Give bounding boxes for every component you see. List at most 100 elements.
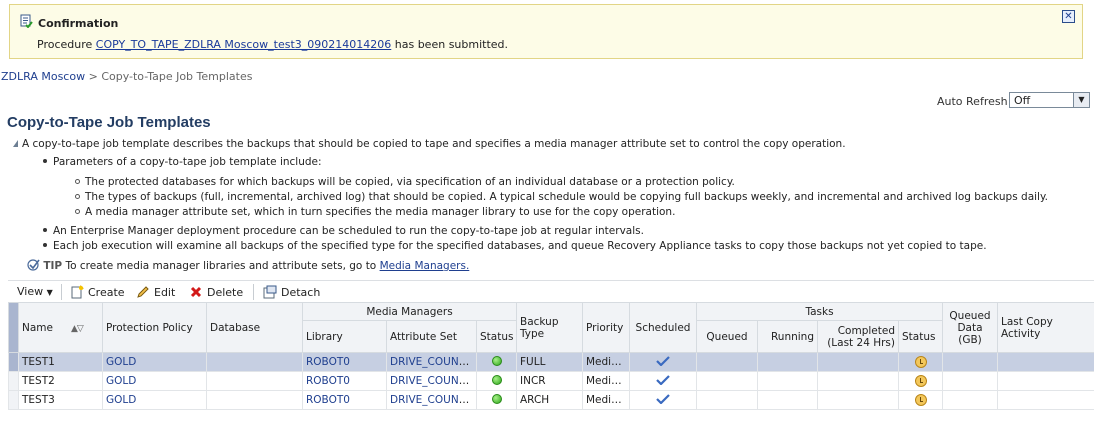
cell-running — [757, 390, 818, 410]
cell-queued — [696, 390, 758, 410]
cell-backup-type: INCR — [516, 371, 583, 391]
cell-last-copy — [997, 390, 1094, 410]
cell-queued — [696, 371, 758, 391]
tip: TIP To create media manager libraries an… — [27, 259, 469, 272]
pencil-icon — [137, 286, 149, 298]
group-header-media-managers: Media Managers — [302, 302, 517, 321]
close-icon[interactable]: ✕ — [1062, 10, 1075, 23]
col-header-last-copy-activity[interactable]: Last Copy Activity — [997, 302, 1094, 353]
cell-library-link[interactable]: ROBOT0 — [306, 394, 350, 406]
col-header-completed[interactable]: Completed (Last 24 Hrs) — [817, 320, 899, 353]
confirmation-box: Confirmation Procedure COPY_TO_TAPE_ZDLR… — [9, 4, 1083, 59]
col-header-attribute-set[interactable]: Attribute Set — [386, 320, 477, 353]
tip-check-icon — [27, 259, 40, 271]
cell-attribute-set-link[interactable]: DRIVE_COUNT... — [390, 394, 474, 406]
row-selector[interactable] — [8, 352, 19, 372]
media-managers-link[interactable]: Media Managers. — [380, 260, 470, 272]
group-header-tasks: Tasks — [695, 302, 944, 321]
cell-completed — [817, 390, 899, 410]
status-up-icon — [491, 375, 502, 385]
cell-backup-type: FULL — [516, 352, 583, 372]
cell-policy-link[interactable]: GOLD — [106, 356, 136, 368]
col-header-name[interactable]: Name ▲▽ — [18, 302, 103, 353]
auto-refresh-select[interactable]: Off ▼ — [1009, 92, 1090, 108]
col-header-library[interactable]: Library — [302, 320, 387, 353]
cell-last-copy — [997, 371, 1094, 391]
col-header-queued[interactable]: Queued — [696, 320, 758, 353]
cell-queued-data — [942, 352, 999, 372]
cell-database — [206, 352, 303, 372]
breadcrumb-root-link[interactable]: ZDLRA Moscow — [1, 70, 85, 83]
sub-bullet-item: The protected databases for which backup… — [75, 176, 735, 188]
clock-icon — [914, 355, 927, 368]
clock-icon — [914, 374, 927, 387]
auto-refresh-label: Auto Refresh — [937, 95, 1008, 108]
col-header-mm-status[interactable]: Status — [476, 320, 517, 353]
table-row[interactable]: TEST3 GOLD ROBOT0 DRIVE_COUNT... ARCH Me… — [8, 390, 1094, 410]
col-header-priority[interactable]: Priority — [582, 302, 630, 353]
cell-name: TEST1 — [18, 352, 103, 372]
col-header-database[interactable]: Database — [206, 302, 303, 353]
bullet-item: An Enterprise Manager deployment procedu… — [43, 225, 644, 237]
cell-priority: Medium — [582, 371, 630, 391]
description-intro: A copy-to-tape job template describes th… — [13, 137, 846, 152]
cell-attribute-set-link[interactable]: DRIVE_COUNT... — [390, 375, 474, 387]
cell-queued-data — [942, 390, 999, 410]
col-header-task-status[interactable]: Status — [897, 320, 944, 353]
chevron-down-icon[interactable]: ▼ — [1073, 93, 1089, 107]
cell-running — [757, 371, 818, 391]
collapse-toggle-icon[interactable] — [13, 140, 18, 147]
bullet-item: Parameters of a copy-to-tape job templat… — [43, 156, 322, 168]
cell-running — [757, 352, 818, 372]
col-header-protection-policy[interactable]: Protection Policy — [102, 302, 207, 353]
col-header-scheduled[interactable]: Scheduled — [629, 302, 697, 353]
cell-policy-link[interactable]: GOLD — [106, 375, 136, 387]
view-menu[interactable]: View ▼ — [17, 285, 53, 298]
cell-name: TEST2 — [18, 371, 103, 391]
breadcrumb-current: Copy-to-Tape Job Templates — [101, 70, 253, 83]
table-row[interactable]: TEST2 GOLD ROBOT0 DRIVE_COUNT... INCR Me… — [8, 371, 1094, 391]
sub-bullet-item: A media manager attribute set, which in … — [75, 206, 675, 218]
sub-bullet-item: The types of backups (full, incremental,… — [75, 191, 1048, 203]
confirmation-suffix: has been submitted. — [391, 38, 509, 51]
col-header-running[interactable]: Running — [757, 320, 818, 353]
description-intro-text: A copy-to-tape job template describes th… — [22, 138, 846, 150]
tip-text: To create media manager libraries and at… — [65, 260, 380, 272]
row-selector[interactable] — [8, 371, 19, 391]
table-row[interactable]: TEST1 GOLD ROBOT0 DRIVE_COUNT... FULL Me… — [8, 352, 1094, 372]
clock-icon — [914, 393, 927, 406]
delete-button[interactable]: Delete — [189, 285, 243, 299]
templates-table: Name ▲▽ Protection Policy Database Media … — [8, 302, 1094, 410]
row-selector[interactable] — [8, 390, 19, 410]
cell-policy-link[interactable]: GOLD — [106, 394, 136, 406]
create-button[interactable]: Create — [70, 285, 125, 299]
bullet-item: Each job execution will examine all back… — [43, 240, 987, 252]
create-icon — [71, 285, 84, 299]
detach-icon — [263, 285, 277, 299]
check-icon — [656, 393, 670, 405]
cell-completed — [817, 371, 899, 391]
cell-library-link[interactable]: ROBOT0 — [306, 375, 350, 387]
col-header-queued-data[interactable]: Queued Data (GB) — [942, 302, 999, 353]
chevron-down-icon: ▼ — [46, 288, 53, 297]
breadcrumb-separator: > — [85, 70, 102, 83]
detach-button[interactable]: Detach — [263, 285, 320, 299]
confirmation-message: Procedure COPY_TO_TAPE_ZDLRA Moscow_test… — [37, 38, 508, 51]
cell-queued-data — [942, 371, 999, 391]
auto-refresh-value: Off — [1014, 94, 1031, 107]
cell-database — [206, 390, 303, 410]
col-header-backup-type[interactable]: Backup Type — [516, 302, 583, 353]
cell-last-copy — [997, 352, 1094, 372]
row-selector-header — [8, 302, 19, 353]
cell-completed — [817, 352, 899, 372]
page-title: Copy-to-Tape Job Templates — [7, 114, 211, 131]
check-icon — [656, 355, 670, 367]
confirmation-icon — [20, 14, 33, 28]
edit-button[interactable]: Edit — [136, 285, 175, 299]
procedure-link[interactable]: COPY_TO_TAPE_ZDLRA Moscow_test3_09021401… — [96, 38, 392, 51]
cell-library-link[interactable]: ROBOT0 — [306, 356, 350, 368]
sort-icon[interactable]: ▲▽ — [71, 324, 84, 334]
cell-database — [206, 371, 303, 391]
cell-attribute-set-link[interactable]: DRIVE_COUNT... — [390, 356, 474, 368]
breadcrumb: ZDLRA Moscow > Copy-to-Tape Job Template… — [1, 70, 252, 83]
